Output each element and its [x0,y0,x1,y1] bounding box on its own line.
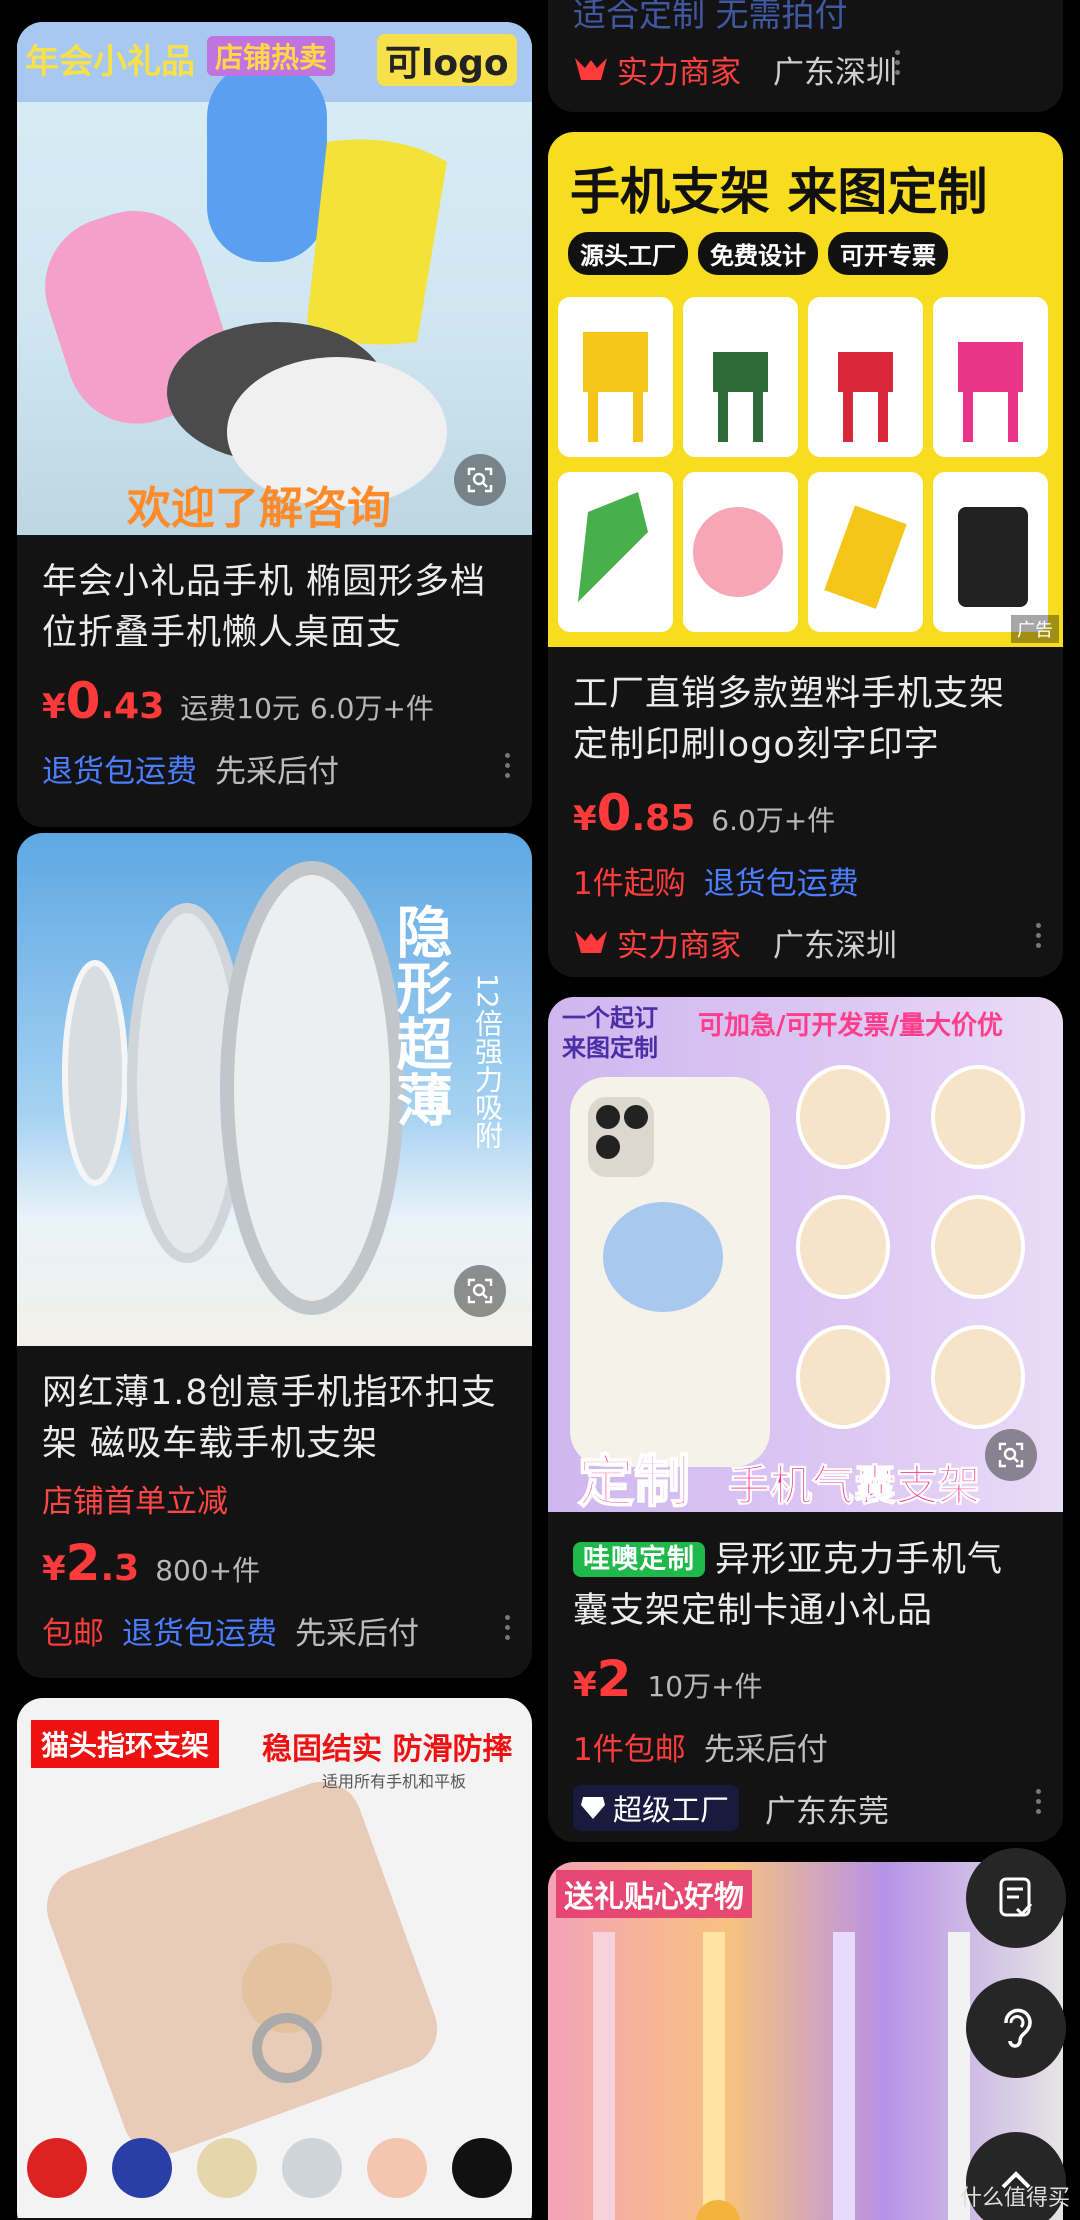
image-search-button[interactable] [454,454,506,506]
product-card-cat-ring[interactable]: 猫头指环支架 稳固结实 防滑防摔 适用所有手机和平板 [17,1698,532,2220]
promo-text: 店铺首单立减 [42,1484,228,1520]
product-title[interactable]: 哇噢定制 异形亚克力手机气囊支架定制卡通小礼品 [548,1534,1063,1637]
price-decimal: .85 [631,798,696,839]
ear-icon [1004,2008,1032,2048]
tag-free-return: 退货包运费 [42,753,197,790]
scan-search-icon [467,467,493,493]
product-card-acrylic-grip[interactable]: 一个起订 来图定制 可加急/可开发票/量大价优 定制 手机气囊支架 哇噢定制 异形… [548,997,1063,1842]
image-slogan-thin: 隐形超薄 [387,903,452,1127]
hearing-fab[interactable] [966,1978,1066,2078]
shop-location: 广东深圳 [773,927,897,964]
image-title: 送礼贴心好物 [556,1870,752,1918]
watermark: 什么值得买 [959,2186,1070,2211]
tag-free-return: 退货包运费 [122,1615,277,1652]
more-options-icon[interactable] [505,753,510,778]
tag-free-return: 退货包运费 [703,865,859,902]
product-card-custom-stand[interactable]: 手机支架 来图定制 源头工厂 免费设计 可开专票 广告 工厂直销多款塑料手机支架… [548,132,1063,977]
shipping-fee: 运费10元 [180,692,300,725]
tag-row: 包邮 退货包运费 先采后付 [17,1605,532,1655]
strong-merchant-icon [575,58,607,80]
tag-row: 1件包邮 先采后付 [548,1721,1063,1771]
more-options-icon[interactable] [895,50,900,75]
tag-row: 1件起购 退货包运费 [548,855,1063,905]
shop-row[interactable]: 实力商家 广东深圳 [548,913,1063,971]
checklist-fab[interactable] [966,1848,1066,1948]
shop-row[interactable]: 超级工厂 广东东莞 [548,1779,1063,1837]
more-options-icon[interactable] [1036,1789,1041,1814]
product-card-partial[interactable]: 适合定制 无需拍付 实力商家 广东深圳 [548,0,1063,112]
checklist-icon [999,1877,1033,1917]
product-image[interactable]: 年会小礼品 店铺热卖 可logo 欢迎了解咨询 [17,22,532,535]
price-row: ¥ 0 .85 6.0万+件 [548,785,1063,841]
product-title[interactable]: 工厂直销多款塑料手机支架定制印刷logo刻字印字 [548,669,1063,771]
diamond-icon [581,1797,605,1819]
price-integer: 0 [65,672,101,730]
image-badge-sturdy: 稳固结实 防滑防摔 [262,1732,513,1767]
shop-location: 广东深圳 [773,54,897,91]
sold-count: 6.0万+件 [309,692,434,725]
price-decimal: .43 [100,686,165,727]
image-banner-grip: 手机气囊支架 [727,1461,981,1511]
price-currency: ¥ [42,687,66,727]
sold-count: 800+件 [155,1554,261,1587]
price-currency: ¥ [573,799,597,839]
tag-buy-now-pay-later: 先采后付 [295,1615,419,1652]
product-title[interactable]: 网红薄1.8创意手机指环扣支架 磁吸车载手机支架 [17,1368,532,1470]
price-row: ¥ 2 10万+件 [548,1651,1063,1707]
ad-label: 广告 [1011,615,1059,643]
product-card-ring-holder[interactable]: 隐形超薄 12倍强力吸附 网红薄1.8创意手机指环扣支架 磁吸车载手机支架 店铺… [17,833,532,1678]
image-search-button[interactable] [454,1265,506,1317]
price-integer: 2 [596,1650,632,1708]
image-slogan-magnet: 12倍强力吸附 [471,973,504,1149]
tag-free-shipping: 1件包邮 [573,1731,686,1768]
image-banner: 欢迎了解咨询 [127,483,391,534]
shop-badge: 实力商家 [617,927,741,964]
product-card-oval-holder[interactable]: 年会小礼品 店铺热卖 可logo 欢迎了解咨询 年会小礼品手机 椭圆形多档位折叠… [17,22,532,827]
shop-location: 广东东莞 [765,1793,890,1830]
shop-row[interactable]: 实力商家 广东深圳 [548,40,922,98]
product-title[interactable]: 年会小礼品手机 椭圆形多档位折叠手机懒人桌面支 [17,557,532,659]
tag-free-shipping: 包邮 [42,1615,104,1652]
more-options-icon[interactable] [1036,923,1041,948]
tag-buy-now-pay-later: 先采后付 [703,1731,828,1768]
tag-min-order: 1件起购 [573,865,686,902]
image-badge-service: 可加急/可开发票/量大价优 [698,1011,1003,1041]
image-badge-gift: 年会小礼品 [25,42,195,82]
partial-title: 适合定制 无需拍付 [573,0,848,34]
price-currency: ¥ [573,1665,597,1705]
strong-merchant-icon [575,931,607,953]
product-image[interactable]: 猫头指环支架 稳固结实 防滑防摔 适用所有手机和平板 [17,1698,532,2218]
scan-search-icon [467,1278,493,1304]
tag-row: 退货包运费 先采后付 [17,743,532,793]
super-factory-badge: 超级工厂 [573,1785,740,1831]
price-row: ¥ 2 .3 800+件 [17,1535,532,1591]
sold-count: 6.0万+件 [711,804,836,837]
image-badge-logo: 可logo [377,34,517,86]
price-integer: 2 [65,1534,101,1592]
price-integer: 0 [596,784,632,842]
price-currency: ¥ [42,1549,66,1589]
image-badge-compat: 适用所有手机和平板 [322,1772,467,1791]
tag-buy-now-pay-later: 先采后付 [215,753,339,790]
image-badge-custom: 一个起订 来图定制 [562,1004,658,1062]
price-row: ¥ 0 .43 运费10元 6.0万+件 [17,673,532,729]
price-decimal: .3 [100,1548,140,1589]
product-image[interactable]: 手机支架 来图定制 源头工厂 免费设计 可开专票 广告 [548,132,1063,647]
product-image[interactable]: 隐形超薄 12倍强力吸附 [17,833,532,1346]
brand-tag: 哇噢定制 [573,1542,705,1577]
image-search-button[interactable] [985,1429,1037,1481]
shop-badge: 超级工厂 [613,1793,730,1827]
product-image[interactable]: 一个起订 来图定制 可加急/可开发票/量大价优 定制 手机气囊支架 [548,997,1063,1512]
image-badge-cat-ring: 猫头指环支架 [31,1720,220,1768]
sold-count: 10万+件 [647,1670,763,1703]
more-options-icon[interactable] [505,1615,510,1640]
image-banner-custom: 定制 [577,1449,691,1512]
scan-search-icon [998,1442,1024,1468]
shop-badge: 实力商家 [617,54,741,91]
image-badge-hot: 店铺热卖 [207,36,336,76]
